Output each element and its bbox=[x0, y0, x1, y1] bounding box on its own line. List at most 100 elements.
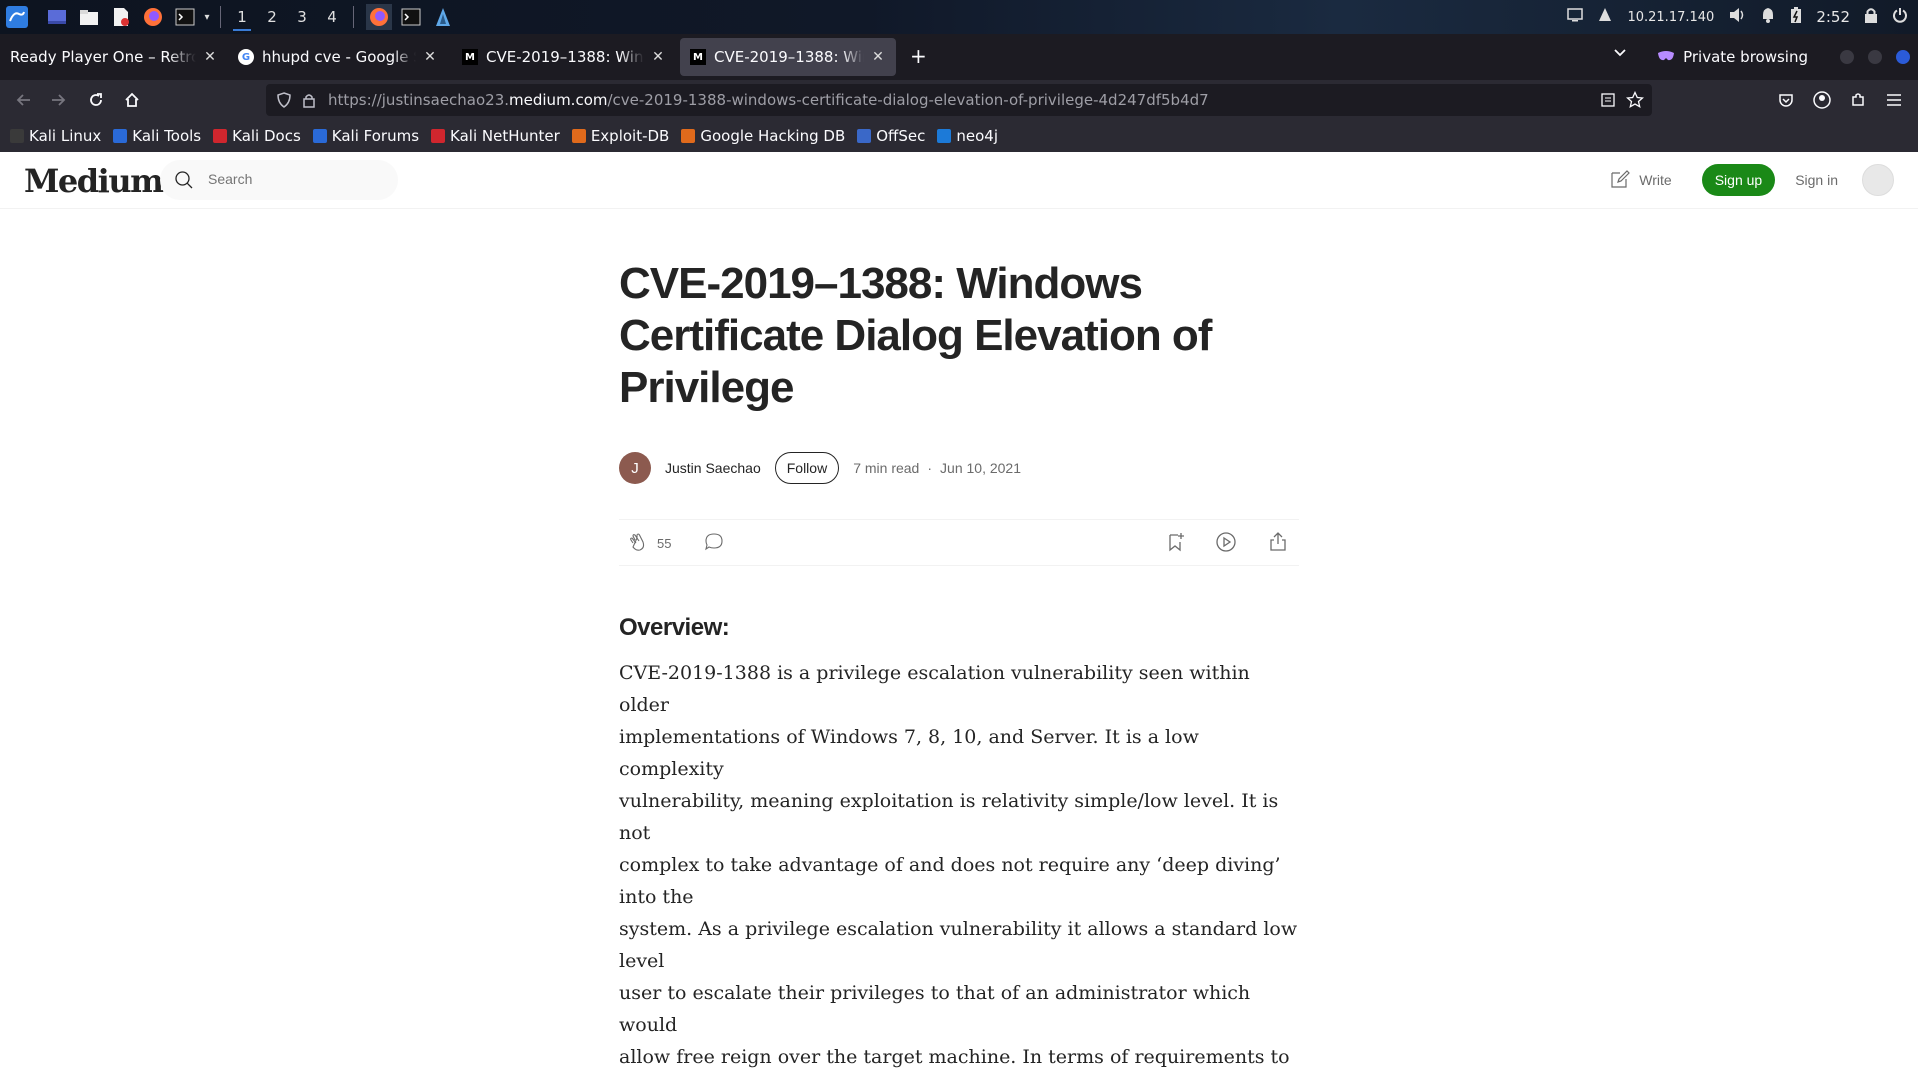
article-paragraph: CVE-2019-1388 is a privilege escalation … bbox=[619, 657, 1299, 1073]
search-input[interactable] bbox=[206, 170, 386, 188]
tab-google-search[interactable]: G hhupd cve - Google Search ✕ bbox=[228, 38, 448, 76]
reader-view-icon[interactable] bbox=[1600, 92, 1616, 112]
tab-medium-article[interactable]: M CVE-2019–1388: Windows Ce ✕ bbox=[452, 38, 676, 76]
bookmark-label: Kali Forums bbox=[331, 127, 420, 145]
maximize-window-button[interactable] bbox=[1868, 50, 1882, 64]
forward-arrow-icon[interactable] bbox=[46, 88, 70, 112]
paragraph-line: allow free reign over the target machine… bbox=[619, 1046, 1290, 1068]
reload-icon[interactable] bbox=[84, 88, 108, 112]
author-name[interactable]: Justin Saechao bbox=[665, 460, 761, 476]
url-bar[interactable]: https://justinsaechao23.medium.com/cve-2… bbox=[266, 84, 1652, 116]
account-icon[interactable] bbox=[1810, 88, 1834, 112]
browser-navbar: https://justinsaechao23.medium.com/cve-2… bbox=[0, 80, 1918, 120]
back-arrow-icon[interactable] bbox=[12, 88, 36, 112]
close-icon[interactable]: ✕ bbox=[202, 49, 218, 65]
workspace-3[interactable]: 3 bbox=[287, 0, 317, 34]
tab-ready-player-one[interactable]: Ready Player One – Retro Fan ✕ bbox=[0, 38, 228, 76]
user-avatar[interactable] bbox=[1862, 164, 1894, 196]
bookmark-offsec[interactable]: OffSec bbox=[857, 127, 925, 145]
pocket-icon[interactable] bbox=[1774, 88, 1798, 112]
paragraph-line: system. As a privilege escalation vulner… bbox=[619, 918, 1298, 972]
bookmark-kali-tools[interactable]: Kali Tools bbox=[113, 127, 201, 145]
article-action-bar: 55 bbox=[619, 519, 1299, 566]
list-all-tabs-icon[interactable] bbox=[1612, 44, 1628, 64]
kali-menu-icon[interactable] bbox=[4, 4, 30, 30]
paragraph-line: vulnerability, meaning exploitation is r… bbox=[619, 790, 1279, 844]
files-icon[interactable] bbox=[76, 4, 102, 30]
kali-nethunter-icon bbox=[431, 129, 446, 143]
bookmark-kali-nethunter[interactable]: Kali NetHunter bbox=[431, 127, 560, 145]
extensions-icon[interactable] bbox=[1846, 88, 1870, 112]
write-button[interactable]: Write bbox=[1609, 168, 1672, 193]
bookmark-label: Exploit-DB bbox=[590, 127, 670, 145]
medium-logo[interactable]: Medium bbox=[24, 162, 164, 200]
read-time: 7 min read bbox=[853, 460, 920, 476]
medium-icon: M bbox=[690, 49, 706, 65]
network-icon[interactable] bbox=[1597, 7, 1613, 27]
neo4j-icon bbox=[937, 129, 952, 143]
tab-title: hhupd cve - Google Search bbox=[262, 48, 416, 66]
tracking-shield-icon[interactable] bbox=[276, 92, 292, 112]
kali-dragon-icon[interactable] bbox=[430, 4, 456, 30]
lock-icon[interactable] bbox=[302, 92, 316, 112]
dropdown-icon[interactable]: ▾ bbox=[200, 4, 214, 30]
taskbar-tray: 10.21.17.140 2:52 bbox=[1567, 0, 1918, 34]
terminal-window-icon[interactable] bbox=[398, 4, 424, 30]
firefox-window-icon[interactable] bbox=[366, 4, 392, 30]
close-icon[interactable]: ✕ bbox=[870, 49, 886, 65]
kali-linux-icon bbox=[10, 129, 24, 143]
desktop-icon[interactable] bbox=[44, 4, 70, 30]
search-box[interactable] bbox=[160, 160, 398, 200]
header-actions: Write Sign up Sign in bbox=[1609, 160, 1894, 200]
private-browsing-indicator: Private browsing bbox=[1657, 34, 1808, 80]
bookmark-label: neo4j bbox=[956, 127, 998, 145]
bookmark-google-hacking-db[interactable]: Google Hacking DB bbox=[681, 127, 845, 145]
lock-icon[interactable] bbox=[1864, 7, 1878, 27]
display-icon[interactable] bbox=[1567, 8, 1584, 26]
clock[interactable]: 2:52 bbox=[1816, 8, 1850, 26]
battery-icon[interactable] bbox=[1790, 6, 1802, 28]
sign-in-link[interactable]: Sign in bbox=[1795, 172, 1838, 188]
bookmark-kali-docs[interactable]: Kali Docs bbox=[213, 127, 301, 145]
volume-icon[interactable] bbox=[1728, 7, 1746, 27]
home-icon[interactable] bbox=[120, 88, 144, 112]
article-title: CVE-2019–1388: Windows Certificate Dialo… bbox=[619, 259, 1212, 412]
bookmark-star-icon[interactable] bbox=[1625, 90, 1645, 113]
tab-medium-article-active[interactable]: M CVE-2019–1388: Windows Ce ✕ bbox=[680, 38, 896, 76]
bookmark-kali-linux[interactable]: Kali Linux bbox=[10, 127, 101, 145]
close-icon[interactable]: ✕ bbox=[422, 49, 438, 65]
firefox-icon[interactable] bbox=[140, 4, 166, 30]
google-icon: G bbox=[238, 49, 254, 65]
url-text[interactable]: https://justinsaechao23.medium.com/cve-2… bbox=[328, 91, 1209, 109]
kali-docs-icon bbox=[213, 129, 228, 143]
workspace-1[interactable]: 1 bbox=[227, 0, 257, 34]
listen-button[interactable] bbox=[1215, 531, 1237, 556]
comment-button[interactable] bbox=[703, 532, 725, 554]
author-avatar[interactable]: J bbox=[619, 452, 651, 484]
hamburger-menu-icon[interactable] bbox=[1882, 88, 1906, 112]
text-editor-icon[interactable] bbox=[108, 4, 134, 30]
workspace-2[interactable]: 2 bbox=[257, 0, 287, 34]
follow-button[interactable]: Follow bbox=[774, 452, 840, 484]
bookmark-exploit-db[interactable]: Exploit-DB bbox=[571, 127, 670, 145]
notifications-icon[interactable] bbox=[1760, 7, 1776, 27]
play-icon bbox=[1215, 531, 1237, 556]
share-button[interactable] bbox=[1267, 531, 1289, 554]
offsec-icon bbox=[857, 129, 872, 143]
terminal-icon[interactable] bbox=[172, 4, 198, 30]
clap-button[interactable]: 55 bbox=[627, 532, 671, 554]
bookmark-kali-forums[interactable]: Kali Forums bbox=[312, 127, 420, 145]
minimize-window-button[interactable] bbox=[1840, 50, 1854, 64]
paragraph-line: user to escalate their privileges to tha… bbox=[619, 982, 1251, 1036]
close-icon[interactable]: ✕ bbox=[650, 49, 666, 65]
new-tab-icon[interactable]: + bbox=[910, 46, 927, 66]
url-path: /cve-2019-1388-windows-certificate-dialo… bbox=[607, 91, 1209, 109]
workspace-4[interactable]: 4 bbox=[317, 0, 347, 34]
sign-up-button[interactable]: Sign up bbox=[1701, 164, 1776, 196]
write-pencil-icon bbox=[1609, 168, 1631, 193]
bookmark-neo4j[interactable]: neo4j bbox=[937, 127, 998, 145]
power-icon[interactable] bbox=[1892, 7, 1908, 27]
save-button[interactable] bbox=[1165, 532, 1187, 554]
close-window-button[interactable] bbox=[1896, 50, 1910, 64]
google-hacking-db-icon bbox=[681, 129, 696, 143]
